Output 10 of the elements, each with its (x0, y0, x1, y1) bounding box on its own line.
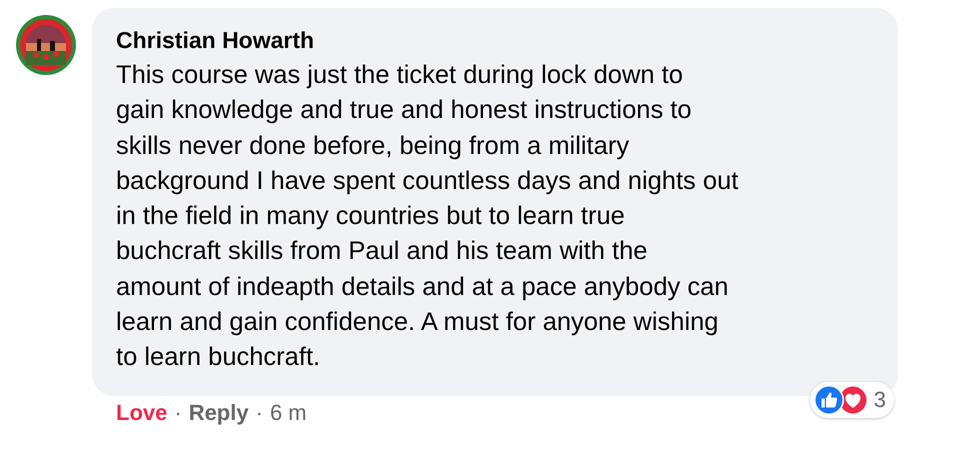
reaction-link[interactable]: Love (116, 400, 168, 426)
separator-dot: · (256, 400, 263, 426)
reply-link[interactable]: Reply (188, 400, 249, 426)
timestamp[interactable]: 6 m (270, 400, 307, 426)
author-name[interactable]: Christian Howarth (116, 26, 878, 54)
reactions-pill[interactable]: 3 (810, 382, 894, 418)
reaction-count: 3 (874, 386, 886, 413)
separator-dot: · (174, 400, 182, 426)
comment-text: This course was just the ticket during lock down to gain knowledge and true and honest instructions to skills never done before, being from a military background I have spent countless days and nights out in the field in many countries but to learn true buchcraft skills from Paul and his team with the amount of indeapth details and at a pace anybody can learn and gain confidence. A must for anyone wishing to learn buchcraft. (116, 60, 740, 374)
like-icon (814, 384, 844, 415)
